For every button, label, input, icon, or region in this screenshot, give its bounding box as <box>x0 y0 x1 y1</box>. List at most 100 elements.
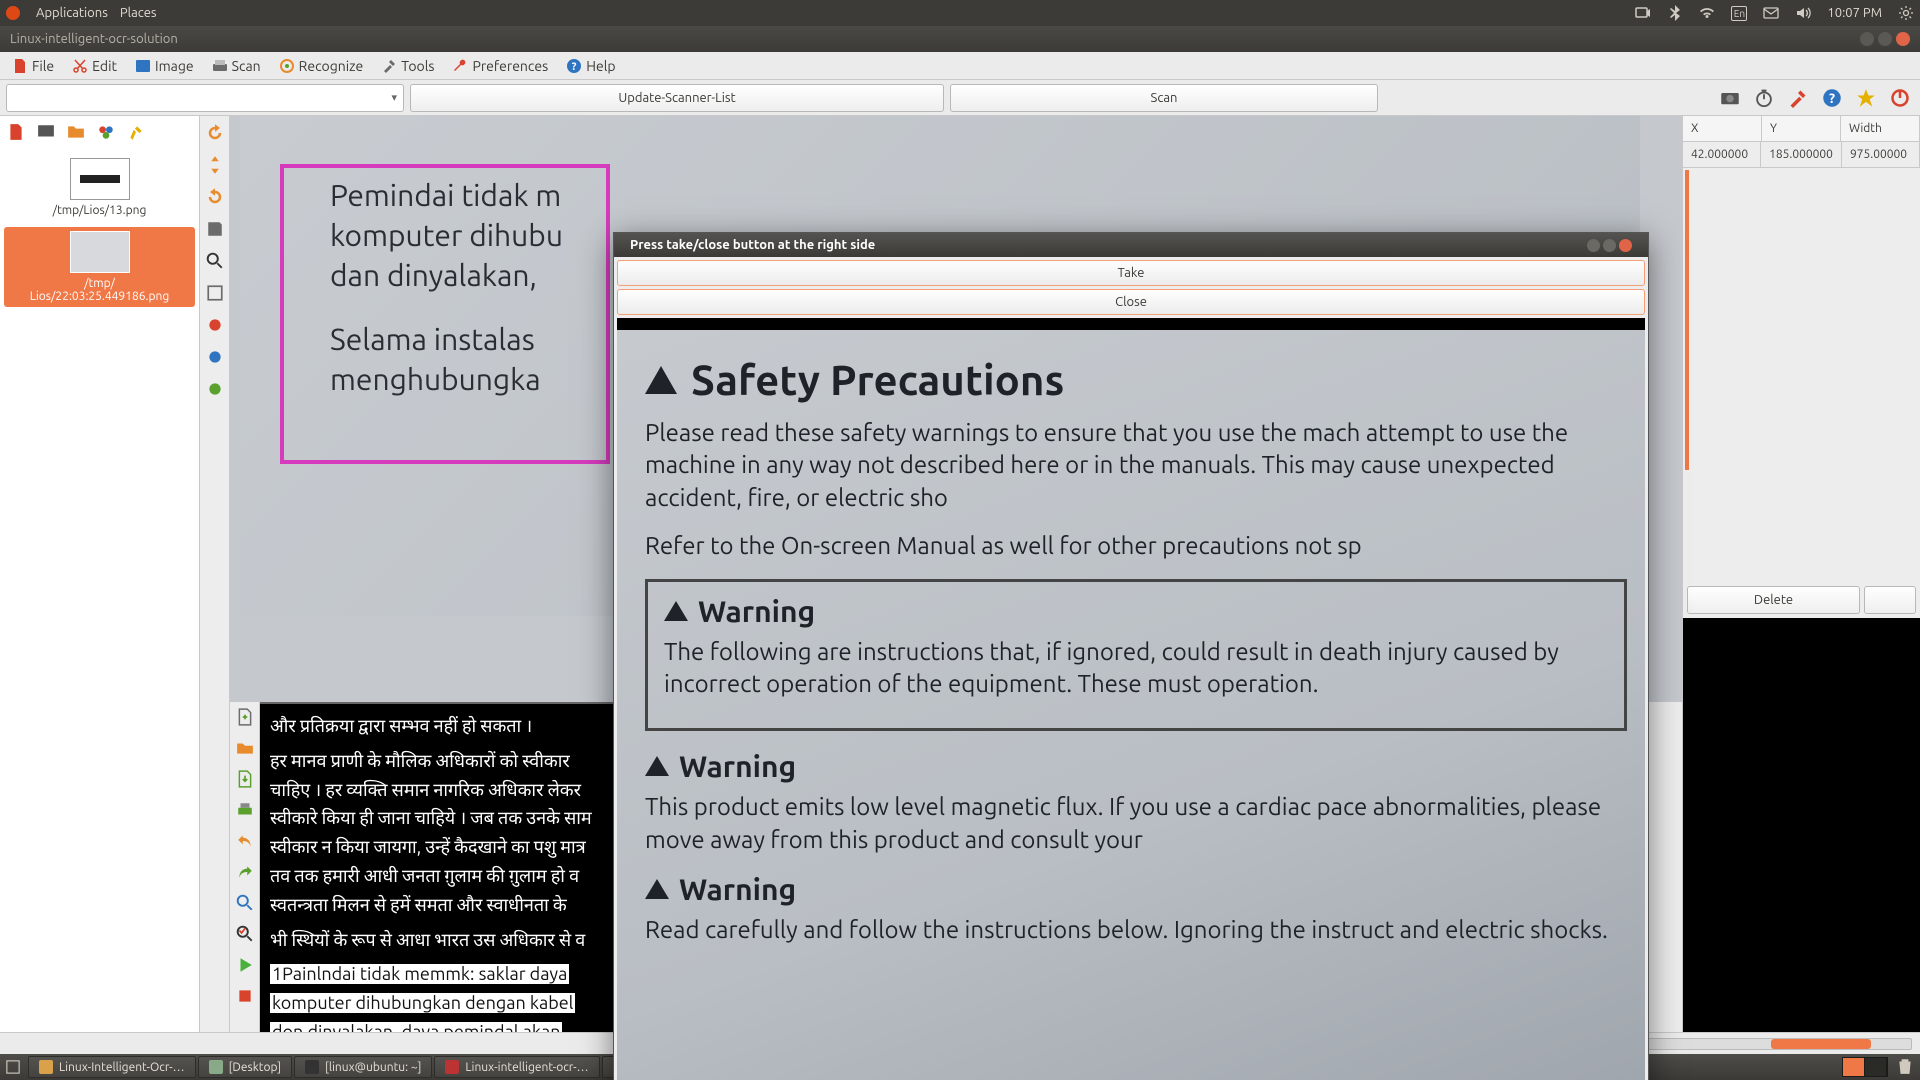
taskbar-item[interactable]: [linux@ubuntu: ~] <box>294 1056 432 1078</box>
tools-icon-button[interactable] <box>1784 84 1812 112</box>
rotate-right-icon[interactable] <box>204 122 226 144</box>
mail-icon[interactable] <box>1763 5 1779 21</box>
redo-icon[interactable] <box>236 863 254 884</box>
warning-heading: Warning <box>645 872 1627 906</box>
workspace-switcher[interactable] <box>1842 1057 1888 1077</box>
thumbnail-label: /tmp/ Lios/22:03:25.449186.png <box>8 277 191 303</box>
close-capture-button[interactable]: Close <box>617 289 1645 315</box>
window-maximize-button[interactable] <box>1878 32 1892 46</box>
warning-triangle-icon <box>645 756 669 776</box>
volume-icon[interactable] <box>1795 5 1811 21</box>
coord-head-y: Y <box>1762 116 1841 141</box>
scan-button-label: Scan <box>1151 91 1178 105</box>
power-icon-button[interactable] <box>1886 84 1914 112</box>
trash-icon[interactable] <box>1896 1057 1916 1077</box>
wifi-icon[interactable] <box>1699 5 1715 21</box>
doc-icon[interactable] <box>6 122 26 142</box>
play-icon[interactable] <box>236 956 254 977</box>
new-page-icon[interactable] <box>236 708 254 729</box>
window-title: Linux-intelligent-ocr-solution <box>10 32 178 46</box>
warning-text: The following are instructions that, if … <box>664 636 1608 701</box>
menu-help[interactable]: ?Help <box>558 55 623 77</box>
warning-text: This product emits low level magnetic fl… <box>645 791 1627 856</box>
keyboard-layout-indicator[interactable]: En <box>1731 6 1747 21</box>
screencast-icon[interactable] <box>1635 5 1651 21</box>
stop-icon[interactable] <box>236 987 254 1008</box>
taskbar-item[interactable]: Linux-Intelligent-Ocr-… <box>28 1056 196 1078</box>
camera-preview: Safety Precautions Please read these saf… <box>617 318 1645 1080</box>
scan-button[interactable]: Scan <box>950 84 1378 112</box>
show-desktop-button[interactable] <box>4 1058 22 1076</box>
menu-scan-label: Scan <box>232 58 261 74</box>
coord-w-value: 975.00000 <box>1842 142 1920 167</box>
clock[interactable]: 10:07 PM <box>1827 6 1882 20</box>
scanner-select-combo[interactable]: ▾ <box>6 84 404 112</box>
take-button[interactable]: Take <box>617 260 1645 286</box>
save-disk-icon[interactable] <box>204 218 226 240</box>
rotate-left-icon[interactable] <box>204 186 226 208</box>
ubuntu-logo-icon[interactable] <box>6 6 20 20</box>
open-folder-icon[interactable] <box>236 739 254 760</box>
record-blue-icon[interactable] <box>204 346 226 368</box>
coordinates-panel: X Y Width 42.000000 185.000000 975.00000… <box>1682 116 1920 1032</box>
dialog-titlebar[interactable]: Press take/close button at the right sid… <box>614 233 1648 257</box>
window-close-button[interactable] <box>1896 32 1910 46</box>
flip-vertical-icon[interactable] <box>204 154 226 176</box>
dialog-title: Press take/close button at the right sid… <box>630 238 875 252</box>
update-scanner-list-button[interactable]: Update-Scanner-List <box>410 84 944 112</box>
dialog-maximize-button[interactable] <box>1603 239 1616 252</box>
thumbnail-label: /tmp/Lios/13.png <box>8 204 191 217</box>
menu-edit[interactable]: Edit <box>64 55 125 77</box>
menu-tools[interactable]: Tools <box>373 55 442 77</box>
menu-file[interactable]: File <box>4 55 62 77</box>
extra-button[interactable] <box>1864 586 1916 614</box>
settings-gear-icon[interactable] <box>1898 5 1914 21</box>
record-red-icon[interactable] <box>204 314 226 336</box>
record-green-icon[interactable] <box>204 378 226 400</box>
monitor-icon[interactable] <box>36 122 56 142</box>
thumbnail-item-selected[interactable]: /tmp/ Lios/22:03:25.449186.png <box>4 227 195 307</box>
dialog-minimize-button[interactable] <box>1587 239 1600 252</box>
spellcheck-icon[interactable] <box>236 925 254 946</box>
palette-icon[interactable] <box>96 122 116 142</box>
star-icon-button[interactable] <box>1852 84 1880 112</box>
menu-image[interactable]: Image <box>127 55 202 77</box>
dialog-close-button[interactable] <box>1619 239 1632 252</box>
menu-applications[interactable]: Applications <box>36 6 108 20</box>
coord-header: X Y Width <box>1683 116 1920 142</box>
export-icon[interactable] <box>236 770 254 791</box>
printer-icon[interactable] <box>236 801 254 822</box>
warning-triangle-icon <box>645 879 669 899</box>
coord-row[interactable]: 42.000000 185.000000 975.00000 <box>1683 142 1920 168</box>
close-button-label: Close <box>1115 295 1147 309</box>
bluetooth-icon[interactable] <box>1667 5 1683 21</box>
fit-icon[interactable] <box>204 282 226 304</box>
info-icon-button[interactable]: ? <box>1818 84 1846 112</box>
menu-recognize-label: Recognize <box>299 58 364 74</box>
scrollbar-thumb[interactable] <box>1771 1039 1871 1049</box>
zoom-icon[interactable] <box>204 250 226 272</box>
delete-selection-button[interactable]: Delete <box>1687 586 1860 614</box>
menu-preferences[interactable]: Preferences <box>444 55 556 77</box>
window-minimize-button[interactable] <box>1860 32 1874 46</box>
image-icon <box>135 58 151 74</box>
taskbar-item[interactable]: [Desktop] <box>198 1056 292 1078</box>
captured-document: Safety Precautions Please read these saf… <box>617 330 1645 1080</box>
folder-icon[interactable] <box>66 122 86 142</box>
scissors-icon <box>72 58 88 74</box>
taskbar-item[interactable]: Linux-intelligent-ocr-… <box>434 1056 599 1078</box>
doc-heading: Safety Precautions <box>645 356 1627 403</box>
menu-places[interactable]: Places <box>120 6 157 20</box>
brush-icon[interactable] <box>126 122 146 142</box>
timer-icon-button[interactable] <box>1750 84 1778 112</box>
selection-rectangle[interactable] <box>280 164 610 464</box>
warning-text: Read carefully and follow the instructio… <box>645 914 1627 946</box>
menu-recognize[interactable]: Recognize <box>271 55 372 77</box>
menu-scan[interactable]: Scan <box>204 55 269 77</box>
window-titlebar[interactable]: Linux-intelligent-ocr-solution <box>0 26 1920 52</box>
svg-text:?: ? <box>572 61 577 73</box>
thumbnail-item[interactable]: /tmp/Lios/13.png <box>4 154 195 221</box>
find-icon[interactable] <box>236 894 254 915</box>
camera-icon-button[interactable] <box>1716 84 1744 112</box>
undo-icon[interactable] <box>236 832 254 853</box>
